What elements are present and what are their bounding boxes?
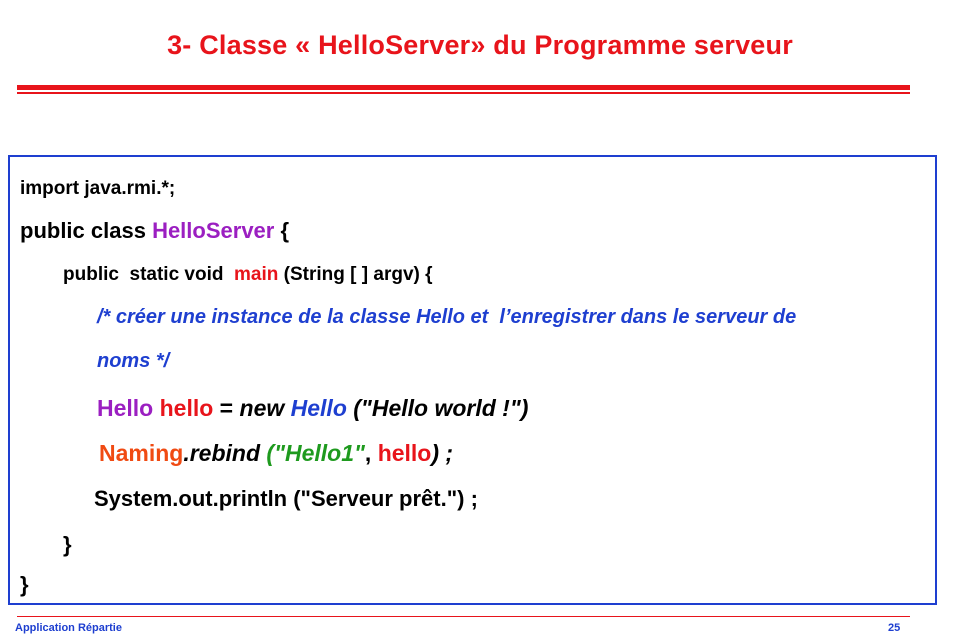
assign-op: = (213, 395, 240, 421)
main-method-name: main (234, 264, 279, 285)
title-underline-thin (17, 92, 910, 94)
keyword-new: new (239, 395, 291, 421)
code-line-main-decl: public static void main (String [ ] argv… (63, 264, 433, 286)
footer-divider (17, 616, 910, 617)
main-modifiers: public static void (63, 264, 235, 285)
code-line-import: import java.rmi.*; (20, 178, 176, 199)
rebind-close: ) ; (431, 440, 454, 466)
code-line-class-decl: public class HelloServer { (20, 218, 289, 244)
code-line-println: System.out.println ("Serveur prêt.") ; (94, 486, 478, 511)
footer-course-name: Application Répartie (15, 622, 122, 634)
keyword-public-class: public class (20, 218, 153, 243)
type-hello: Hello (97, 395, 160, 421)
title-underline-thick (17, 85, 910, 90)
code-block: import java.rmi.*; public class HelloSer… (8, 155, 937, 605)
constructor-hello: Hello (290, 395, 347, 421)
main-params: (String [ ] argv) { (278, 264, 433, 285)
code-line-new-hello: Hello hello = new Hello ("Hello world !"… (97, 395, 528, 422)
arg-separator: , (364, 440, 378, 466)
constructor-args: ("Hello world !") (346, 395, 529, 421)
rebind-method: .rebind (183, 440, 261, 466)
class-name: HelloServer (152, 218, 275, 243)
rebind-name-arg: ("Hello1" (260, 440, 365, 466)
footer-page-number: 25 (888, 622, 901, 634)
code-line-rebind: Naming.rebind ("Hello1", hello) ; (99, 440, 453, 467)
naming-class: Naming (99, 440, 184, 466)
var-hello: hello (159, 395, 214, 421)
slide-title: 3- Classe « HelloServer» du Programme se… (167, 30, 793, 60)
code-close-class-brace: } (20, 572, 29, 597)
code-comment-line-2: noms */ (97, 350, 170, 372)
code-comment-line-1: /* créer une instance de la classe Hello… (97, 306, 797, 328)
code-close-main-brace: } (63, 532, 72, 557)
rebind-object-arg: hello (377, 440, 432, 466)
open-brace: { (274, 218, 290, 243)
